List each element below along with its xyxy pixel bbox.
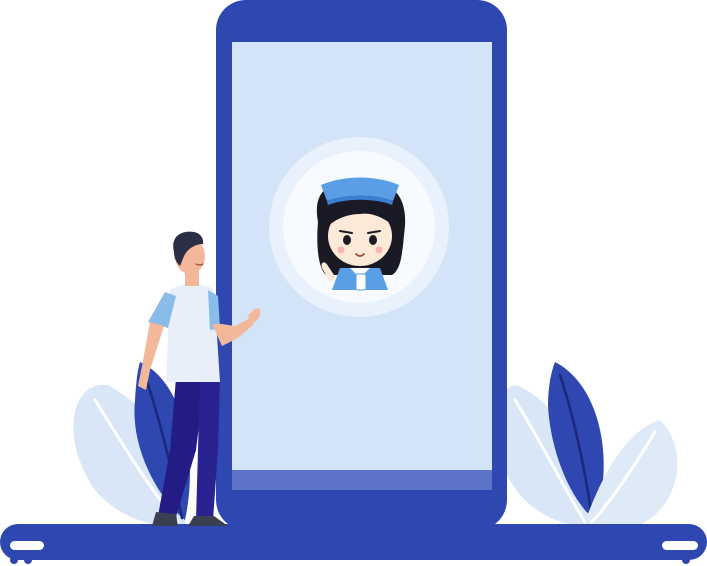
nurse-left-cheek [337, 246, 345, 254]
illustration-canvas [0, 0, 707, 564]
right-plant [495, 362, 678, 528]
ground-bar [0, 524, 707, 560]
illustration-scene [0, 0, 707, 566]
nurse-held-phone [355, 273, 367, 291]
man-back-shoe [152, 512, 178, 526]
ground-dot-left-1 [10, 556, 18, 564]
ground [0, 524, 707, 564]
ground-highlight-left [10, 541, 44, 550]
ground-dot-left-2 [24, 556, 32, 564]
ground-highlight-right [662, 541, 698, 550]
phone-screen-bottom-bar [232, 470, 492, 490]
ground-dot-right [682, 556, 690, 564]
nurse-left-eye [343, 235, 351, 245]
nurse-right-eye [369, 235, 377, 245]
nurse-right-cheek [375, 246, 383, 254]
nurse-avatar-icon [269, 137, 449, 317]
